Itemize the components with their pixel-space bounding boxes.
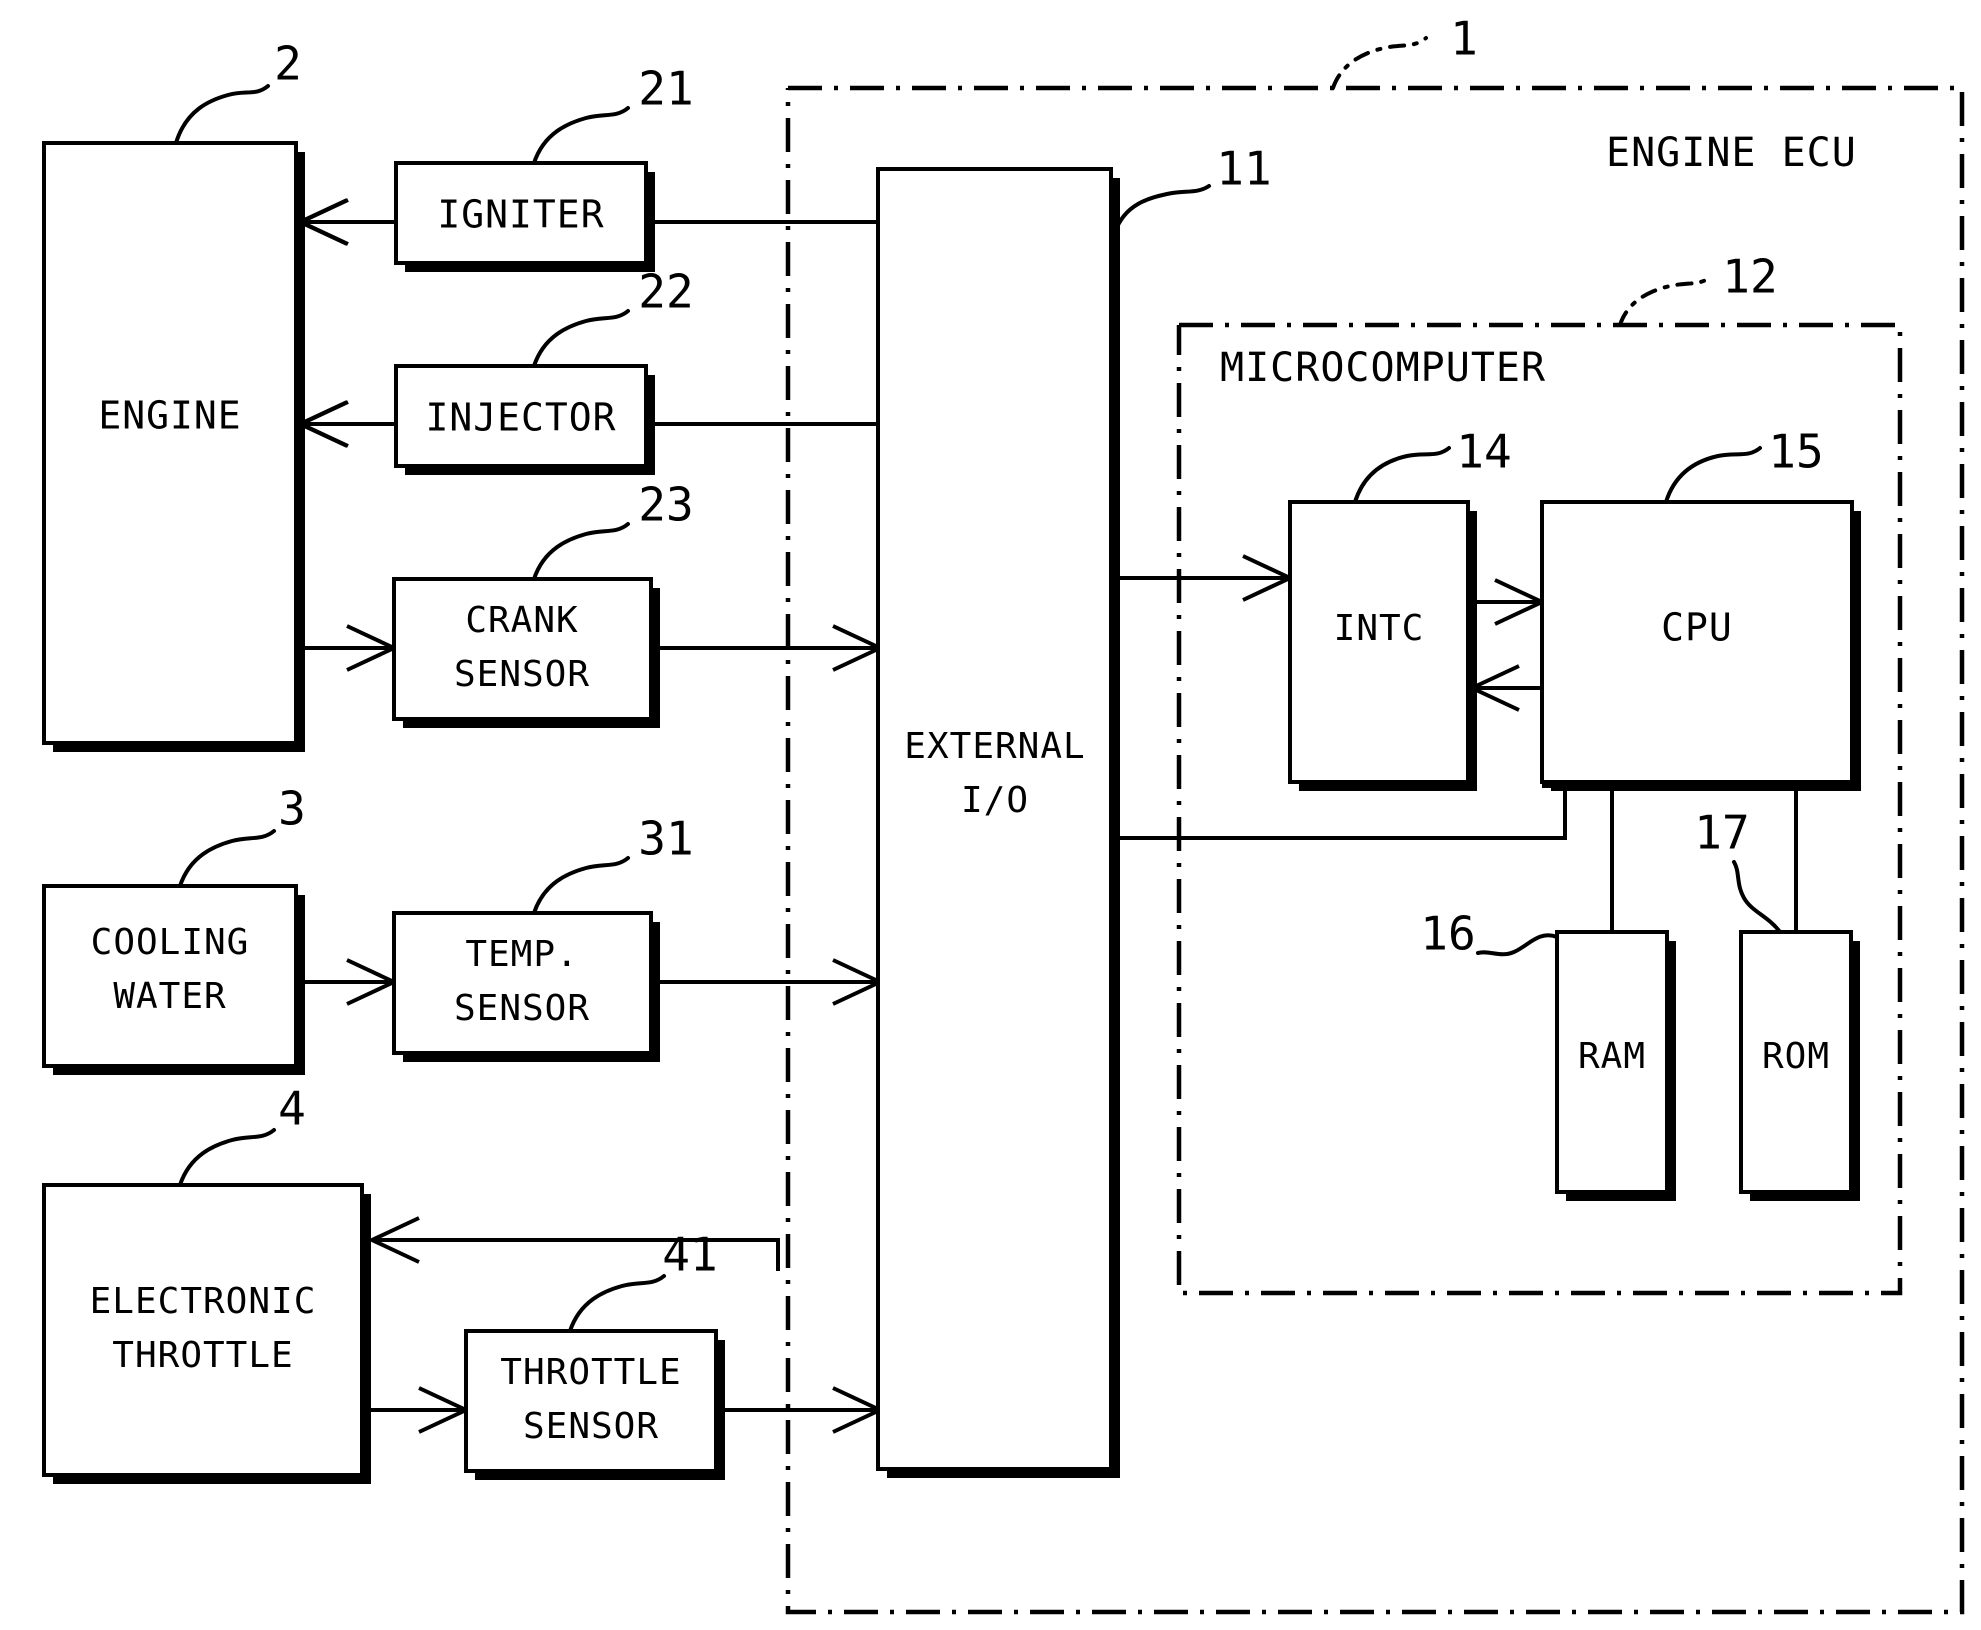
block-crank-sensor[interactable]: CRANK SENSOR xyxy=(392,577,660,728)
ref-electronic-throttle: 4 xyxy=(278,1082,306,1136)
leader-cooling-water: 3 xyxy=(178,782,306,888)
wire-intc-to-cpu xyxy=(1468,578,1547,626)
wire-temp-sensor-to-io xyxy=(660,958,885,1006)
block-crank-sensor-label-line2: SENSOR xyxy=(454,654,590,695)
block-cpu[interactable]: CPU xyxy=(1540,500,1861,791)
wire-crank-sensor-to-io xyxy=(660,624,885,672)
leader-external-io: 11 xyxy=(1113,142,1272,234)
wire-engine-to-crank-sensor xyxy=(300,624,399,672)
ref-external-io: 11 xyxy=(1216,142,1271,196)
block-injector-label: INJECTOR xyxy=(425,396,616,440)
block-cooling-water-label-line2: WATER xyxy=(113,976,226,1017)
microcomputer-label: MICROCOMPUTER xyxy=(1220,345,1546,391)
leader-igniter: 21 xyxy=(532,62,694,165)
leader-intc: 14 xyxy=(1353,425,1512,504)
block-electronic-throttle-label-line1: ELECTRONIC xyxy=(90,1281,317,1322)
wire-cpu-to-io-bus xyxy=(1118,784,1567,840)
block-intc-label: INTC xyxy=(1334,608,1425,649)
block-temp-sensor[interactable]: TEMP. SENSOR xyxy=(392,911,660,1062)
block-rom[interactable]: ROM xyxy=(1739,930,1860,1201)
leader-microcomputer: 12 xyxy=(1618,250,1778,327)
patent-figure-canvas: ENGINE 2 IGNITER 21 INJECTOR 22 CRANK SE… xyxy=(0,0,1981,1630)
ref-temp-sensor: 31 xyxy=(638,812,693,866)
block-throttle-sensor-label-line1: THROTTLE xyxy=(500,1352,681,1393)
wire-injector-to-engine xyxy=(295,400,396,448)
block-rom-label: ROM xyxy=(1762,1036,1830,1077)
ref-engine: 2 xyxy=(274,37,302,91)
block-cpu-label: CPU xyxy=(1661,606,1733,650)
block-throttle-sensor-label-line2: SENSOR xyxy=(523,1406,659,1447)
engine-ecu-label: ENGINE ECU xyxy=(1606,130,1857,176)
leader-engine-ecu: 1 xyxy=(1331,12,1478,90)
block-intc[interactable]: INTC xyxy=(1288,500,1477,791)
ref-crank-sensor: 23 xyxy=(638,478,693,532)
leader-throttle-sensor: 41 xyxy=(568,1228,718,1333)
block-engine-label: ENGINE xyxy=(98,394,241,438)
block-diagram-svg: ENGINE 2 IGNITER 21 INJECTOR 22 CRANK SE… xyxy=(42,12,1965,1615)
ref-igniter: 21 xyxy=(638,62,693,116)
ref-injector: 22 xyxy=(638,265,693,319)
block-cooling-water-label-line1: COOLING xyxy=(91,922,250,963)
leader-cpu: 15 xyxy=(1664,425,1824,504)
leader-temp-sensor: 31 xyxy=(532,812,694,915)
block-electronic-throttle[interactable]: ELECTRONIC THROTTLE xyxy=(42,1183,371,1484)
leader-engine: 2 xyxy=(174,37,302,145)
ref-microcomputer: 12 xyxy=(1722,250,1777,304)
ref-ram: 16 xyxy=(1420,907,1475,961)
leader-rom: 17 xyxy=(1694,806,1782,934)
block-throttle-sensor[interactable]: THROTTLE SENSOR xyxy=(464,1329,725,1480)
block-engine[interactable]: ENGINE xyxy=(42,141,305,752)
ref-rom: 17 xyxy=(1694,806,1749,860)
ref-throttle-sensor: 41 xyxy=(662,1228,717,1282)
wire-cooling-water-to-temp-sensor xyxy=(304,958,399,1006)
leader-ram: 16 xyxy=(1420,907,1559,961)
block-external-io[interactable]: EXTERNAL I/O xyxy=(876,167,1120,1478)
block-ram-label: RAM xyxy=(1578,1036,1646,1077)
ref-cooling-water: 3 xyxy=(278,782,306,836)
leader-electronic-throttle: 4 xyxy=(178,1082,306,1187)
block-injector[interactable]: INJECTOR xyxy=(394,364,655,475)
wire-throttle-sensor-to-io xyxy=(717,1386,885,1434)
ref-engine-ecu: 1 xyxy=(1450,12,1478,66)
block-cooling-water[interactable]: COOLING WATER xyxy=(42,884,305,1075)
wire-cpu-to-intc xyxy=(1467,664,1542,712)
block-igniter[interactable]: IGNITER xyxy=(394,161,655,272)
block-external-io-label-line2: I/O xyxy=(961,780,1029,821)
block-crank-sensor-label-line1: CRANK xyxy=(465,600,578,641)
wire-io-to-intc xyxy=(1118,554,1295,602)
leader-injector: 22 xyxy=(532,265,694,368)
leader-crank-sensor: 23 xyxy=(532,478,694,581)
wire-electronic-throttle-to-throttle-sensor xyxy=(370,1386,471,1434)
ref-cpu: 15 xyxy=(1768,425,1823,479)
block-external-io-label-line1: EXTERNAL xyxy=(904,726,1085,767)
block-electronic-throttle-label-line2: THROTTLE xyxy=(112,1335,293,1376)
wire-igniter-to-engine xyxy=(295,198,396,246)
block-temp-sensor-label-line1: TEMP. xyxy=(465,934,578,975)
block-igniter-label: IGNITER xyxy=(437,193,604,237)
block-temp-sensor-label-line2: SENSOR xyxy=(454,988,590,1029)
block-ram[interactable]: RAM xyxy=(1555,930,1676,1201)
ref-intc: 14 xyxy=(1456,425,1511,479)
